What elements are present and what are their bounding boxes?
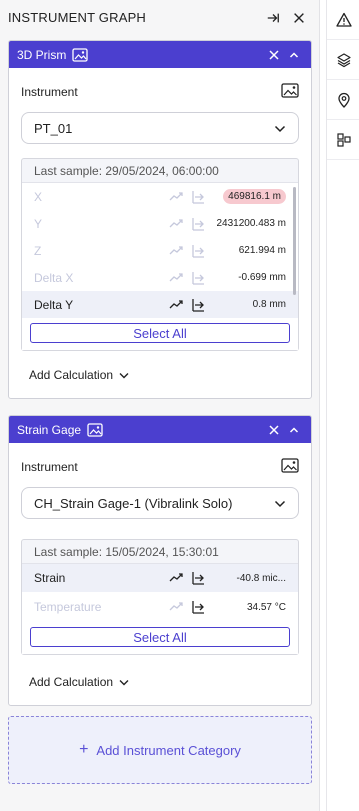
image-icon[interactable] xyxy=(87,422,103,437)
measurement-list: X 469816.1 m Y 2431200.483 m Z 621.994 m xyxy=(22,183,298,318)
card-title: Strain Gage xyxy=(17,422,82,437)
add-instrument-category-label: Add Instrument Category xyxy=(96,742,241,758)
trend-icon[interactable] xyxy=(168,216,184,232)
image-icon[interactable] xyxy=(72,47,88,62)
instrument-select[interactable]: PT_01 xyxy=(21,112,299,144)
card-header: 3D Prism xyxy=(9,41,311,68)
panel-header: INSTRUMENT GRAPH xyxy=(0,0,319,35)
measurement-value: 0.8 mm xyxy=(252,299,286,310)
export-arrow-icon[interactable] xyxy=(190,297,206,313)
add-calculation-label: Add Calculation xyxy=(29,368,114,382)
collapse-panel-icon[interactable] xyxy=(261,6,285,30)
image-icon[interactable] xyxy=(281,458,299,476)
chevron-down-icon xyxy=(113,675,129,689)
export-arrow-icon[interactable] xyxy=(190,243,206,259)
card-header: Strain Gage xyxy=(9,416,311,443)
measurement-row-temperature[interactable]: Temperature 34.57 °C xyxy=(22,592,298,622)
select-all-button[interactable]: Select All xyxy=(30,627,290,647)
measurement-name: Z xyxy=(34,243,42,258)
measurement-list: Strain -40.8 mic... Temperature 34.57 °C xyxy=(22,564,298,622)
export-arrow-icon[interactable] xyxy=(190,216,206,232)
measurement-name: Y xyxy=(34,216,43,231)
measurement-name: Delta Y xyxy=(34,297,74,312)
close-icon[interactable] xyxy=(265,46,283,64)
measurement-value: 34.57 °C xyxy=(246,601,286,613)
panel-title: INSTRUMENT GRAPH xyxy=(8,10,147,25)
close-panel-icon[interactable] xyxy=(287,6,311,30)
chevron-down-icon xyxy=(274,496,286,511)
add-instrument-category-button[interactable]: + Add Instrument Category xyxy=(8,716,312,784)
last-sample-box: Last sample: 15/05/2024, 15:30:01 Strain… xyxy=(21,539,299,655)
last-sample-box: Last sample: 29/05/2024, 06:00:00 X 4698… xyxy=(21,158,299,351)
chevron-up-icon[interactable] xyxy=(285,421,303,439)
instrument-label: Instrument xyxy=(21,460,78,474)
measurement-row-z[interactable]: Z 621.994 m xyxy=(22,237,298,264)
measurement-row-strain[interactable]: Strain -40.8 mic... xyxy=(22,564,298,592)
image-icon[interactable] xyxy=(281,83,299,101)
add-calculation-button[interactable]: Add Calculation xyxy=(9,351,311,398)
instrument-select-value: PT_01 xyxy=(34,120,73,136)
instrument-graph-panel: INSTRUMENT GRAPH 3D Prism Instrument PT_… xyxy=(0,0,320,811)
add-calculation-button[interactable]: Add Calculation xyxy=(9,655,311,705)
measurement-name: Temperature xyxy=(34,600,102,614)
add-calculation-label: Add Calculation xyxy=(29,675,114,689)
layers-icon[interactable] xyxy=(327,40,359,80)
trend-icon[interactable] xyxy=(168,570,184,586)
select-all-button[interactable]: Select All xyxy=(30,323,290,343)
trend-icon[interactable] xyxy=(168,270,184,286)
measurement-value: -40.8 mic... xyxy=(236,572,286,584)
right-icon-rail xyxy=(326,0,359,811)
instrument-card-strain-gage: Strain Gage Instrument CH_Strain Gage-1 … xyxy=(8,415,312,706)
plus-icon: + xyxy=(79,741,89,758)
export-arrow-icon[interactable] xyxy=(190,270,206,286)
measurement-value: 469816.1 m xyxy=(223,189,286,204)
instrument-select[interactable]: CH_Strain Gage-1 (Vibralink Solo) xyxy=(21,487,299,519)
trend-icon[interactable] xyxy=(168,243,184,259)
card-title: 3D Prism xyxy=(17,47,67,62)
measurement-value: -0.699 mm xyxy=(238,272,286,283)
measurement-row-delta-x[interactable]: Delta X -0.699 mm xyxy=(22,264,298,291)
measurement-name: X xyxy=(34,189,43,204)
trend-icon[interactable] xyxy=(168,189,184,205)
close-icon[interactable] xyxy=(265,421,283,439)
last-sample-text: Last sample: 29/05/2024, 06:00:00 xyxy=(22,159,298,183)
instrument-label: Instrument xyxy=(21,85,78,99)
measurement-row-y[interactable]: Y 2431200.483 m xyxy=(22,210,298,237)
export-arrow-icon[interactable] xyxy=(190,189,206,205)
list-scrollbar[interactable] xyxy=(293,187,296,295)
chevron-down-icon xyxy=(274,121,286,136)
warning-icon[interactable] xyxy=(327,0,359,40)
last-sample-text: Last sample: 15/05/2024, 15:30:01 xyxy=(22,540,298,564)
measurement-value: 621.994 m xyxy=(238,245,286,256)
export-arrow-icon[interactable] xyxy=(190,570,206,586)
instrument-select-value: CH_Strain Gage-1 (Vibralink Solo) xyxy=(34,495,233,511)
export-arrow-icon[interactable] xyxy=(190,599,206,615)
instrument-label-row: Instrument xyxy=(9,443,311,487)
instrument-card-3d-prism: 3D Prism Instrument PT_01 Last sample: 2… xyxy=(8,40,312,399)
measurement-name: Strain xyxy=(34,571,66,585)
measurement-value: 2431200.483 m xyxy=(216,218,286,229)
chevron-down-icon xyxy=(113,368,129,382)
chevron-up-icon[interactable] xyxy=(285,46,303,64)
measurement-row-x[interactable]: X 469816.1 m xyxy=(22,183,298,210)
measurement-row-delta-y[interactable]: Delta Y 0.8 mm xyxy=(22,291,298,318)
trend-icon[interactable] xyxy=(168,297,184,313)
trend-icon[interactable] xyxy=(168,599,184,615)
instrument-label-row: Instrument xyxy=(9,68,311,112)
widgets-icon[interactable] xyxy=(327,120,359,160)
measurement-name: Delta X xyxy=(34,270,74,285)
location-pin-icon[interactable] xyxy=(327,80,359,120)
